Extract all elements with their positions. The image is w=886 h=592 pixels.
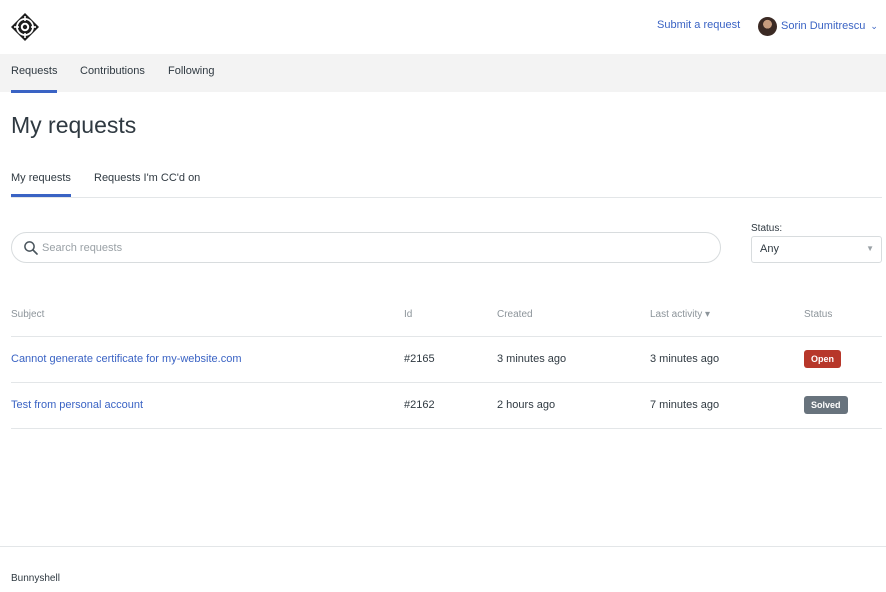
status-badge: Solved (804, 396, 848, 414)
site-footer: Bunnyshell (0, 546, 886, 592)
avatar (758, 16, 777, 36)
subnav-item-requests[interactable]: Requests (11, 65, 58, 93)
chevron-down-icon: ⌄ (870, 20, 878, 31)
submit-request-link[interactable]: Submit a request (657, 19, 740, 31)
search-input[interactable] (42, 239, 702, 257)
column-header-last-activity-label: Last activity (650, 309, 703, 320)
tab-requests-cc[interactable]: Requests I'm CC'd on (94, 172, 200, 184)
table-header: Subject Id Created Last activity ▾ Statu… (11, 300, 882, 337)
table-row: Cannot generate certificate for my-websi… (11, 337, 882, 383)
search-icon (24, 241, 38, 255)
crosshair-diamond-logo-icon[interactable] (10, 12, 40, 42)
user-name: Sorin Dumitrescu (781, 20, 866, 32)
chevron-down-icon: ▼ (866, 244, 874, 253)
column-header-subject[interactable]: Subject (11, 309, 44, 320)
request-last-activity: 7 minutes ago (650, 399, 720, 411)
search-box (11, 232, 721, 263)
column-header-id[interactable]: Id (404, 309, 412, 320)
request-subject-link[interactable]: Cannot generate certificate for my-websi… (11, 353, 242, 365)
request-created: 3 minutes ago (497, 353, 567, 365)
column-header-status[interactable]: Status (804, 309, 832, 320)
subnav-item-following[interactable]: Following (168, 65, 214, 77)
requests-table: Subject Id Created Last activity ▾ Statu… (11, 300, 882, 429)
status-filter-value: Any (760, 243, 779, 255)
request-tabs: My requests Requests I'm CC'd on (11, 170, 882, 198)
request-created: 2 hours ago (497, 399, 556, 411)
status-filter-label: Status: (751, 223, 783, 234)
subnav-item-contributions[interactable]: Contributions (80, 65, 145, 77)
column-header-created[interactable]: Created (497, 309, 533, 320)
request-id: #2165 (404, 353, 435, 365)
footer-brand: Bunnyshell (11, 573, 60, 584)
sub-navigation: Requests Contributions Following (0, 54, 886, 93)
request-last-activity: 3 minutes ago (650, 353, 720, 365)
request-subject-link[interactable]: Test from personal account (11, 399, 143, 411)
page-title: My requests (11, 112, 137, 138)
tab-my-requests[interactable]: My requests (11, 172, 71, 197)
column-header-last-activity[interactable]: Last activity ▾ (650, 309, 710, 320)
status-filter-select[interactable]: Any ▼ (751, 236, 882, 263)
sort-descending-icon: ▾ (705, 309, 711, 320)
site-header: Submit a request Sorin Dumitrescu ⌄ (0, 0, 886, 54)
status-badge: Open (804, 350, 842, 368)
request-id: #2162 (404, 399, 435, 411)
user-menu[interactable]: Sorin Dumitrescu ⌄ (758, 16, 878, 36)
table-row: Test from personal account #2162 2 hours… (11, 383, 882, 429)
